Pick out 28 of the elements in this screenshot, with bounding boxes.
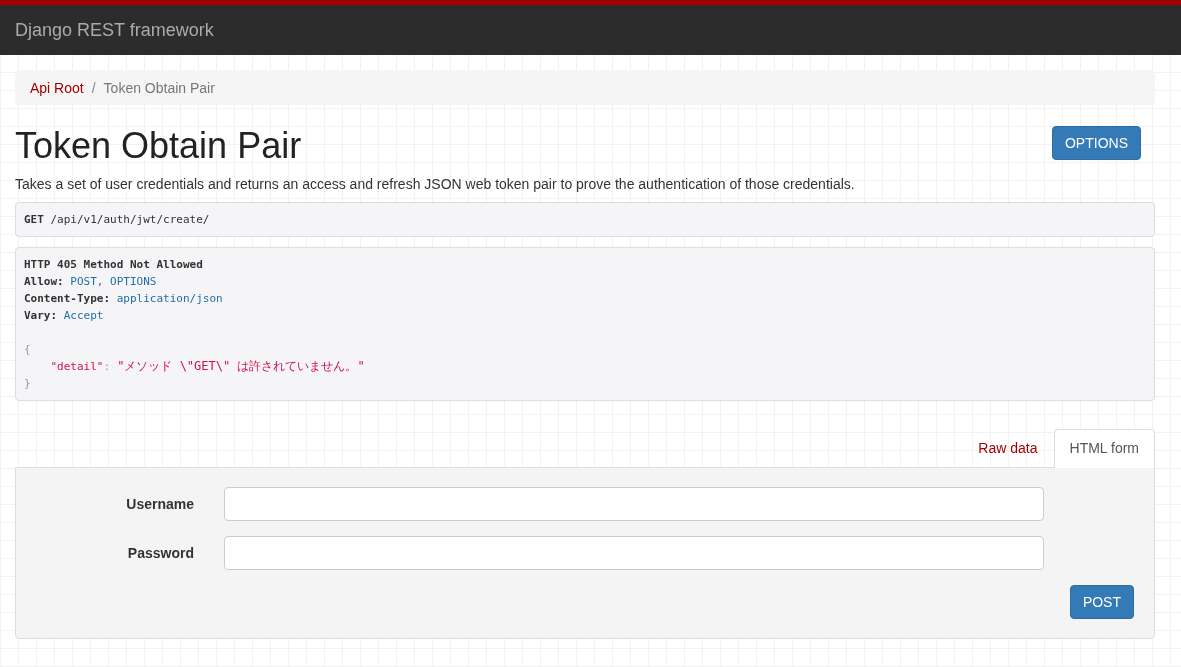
header-name: Content-Type: xyxy=(24,291,111,307)
status-line: HTTP 405 Method Not Allowed xyxy=(24,257,203,273)
page-title: Token Obtain Pair xyxy=(15,124,302,168)
options-button[interactable]: OPTIONS xyxy=(1052,126,1141,160)
request-path: /api/v1/auth/jwt/create/ xyxy=(50,212,210,228)
input-field[interactable] xyxy=(224,536,1044,570)
json-colon: : xyxy=(103,359,110,375)
json-string: "メソッド \"GET\" は許されていません。" xyxy=(117,358,365,375)
input-field[interactable] xyxy=(224,487,1044,521)
brand-link[interactable]: Django REST framework xyxy=(15,5,214,55)
field-label: Username xyxy=(125,496,195,512)
json-key: "detail" xyxy=(50,358,104,375)
tab[interactable]: Raw data xyxy=(962,429,1054,467)
json-brace: } xyxy=(24,376,31,392)
header-value: Accept xyxy=(63,308,104,324)
header-name: Vary: xyxy=(24,308,58,324)
breadcrumb-current: Token Obtain Pair xyxy=(103,79,215,96)
post-button[interactable]: POST xyxy=(1069,585,1134,619)
header-name: Allow: xyxy=(24,274,64,290)
breadcrumb-separator: / xyxy=(90,79,97,96)
description-text: Takes a set of user credentials and returns an access and refresh JSON web token pair to prove the authentication of those credentials. xyxy=(15,176,856,192)
tab[interactable]: HTML form xyxy=(1053,429,1155,468)
json-brace: { xyxy=(24,342,31,358)
field-label: Password xyxy=(126,545,195,561)
header-value: POST, OPTIONS xyxy=(70,274,157,290)
header-value: application/json xyxy=(116,291,223,307)
breadcrumb-link[interactable]: Api Root xyxy=(30,79,84,96)
request-method: GET xyxy=(24,212,44,228)
